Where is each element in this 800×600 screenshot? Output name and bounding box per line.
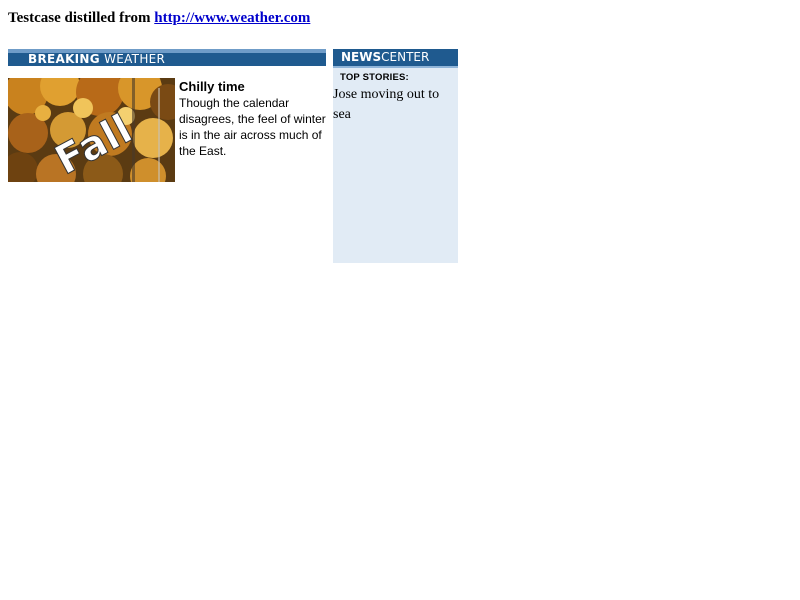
news-story-link[interactable]: Jose moving out to sea (333, 85, 457, 125)
news-center-heading: NEWSCENTER (341, 50, 429, 65)
center-label: CENTER (381, 50, 430, 64)
news-label: NEWS (341, 50, 382, 64)
page-header: Testcase distilled from http://www.weath… (8, 9, 310, 27)
weather-link[interactable]: http://www.weather.com (154, 10, 310, 26)
story-title[interactable]: Chilly time (179, 79, 245, 95)
news-center-panel: NEWSCENTER TOP STORIES: Jose moving out … (333, 49, 458, 263)
story-summary: Though the calendar disagrees, the feel … (179, 96, 326, 158)
breaking-label: BREAKING (28, 52, 100, 66)
weather-label: WEATHER (104, 52, 166, 66)
fall-foliage-image[interactable]: Fall (8, 78, 175, 182)
header-prefix: Testcase distilled from (8, 10, 155, 26)
breaking-weather-banner: BREAKING WEATHER (8, 49, 326, 66)
top-stories-heading: TOP STORIES: (340, 72, 409, 83)
news-center-banner: NEWSCENTER (333, 49, 458, 68)
breaking-weather-heading: BREAKING WEATHER (28, 53, 165, 66)
